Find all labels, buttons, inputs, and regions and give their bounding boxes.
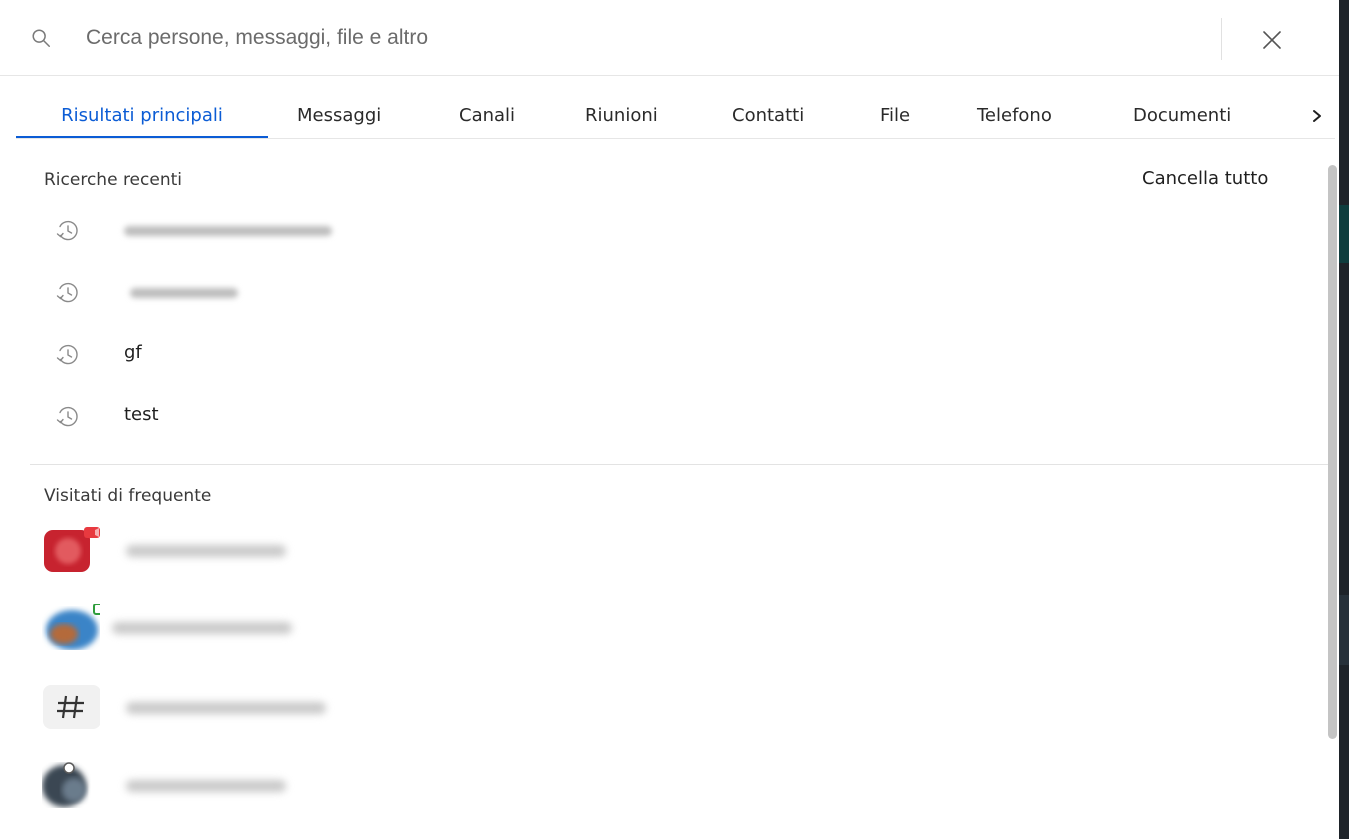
- history-icon: [56, 406, 78, 427]
- recent-search-item[interactable]: [44, 206, 1324, 256]
- meeting-avatar: [44, 527, 100, 572]
- recent-search-item[interactable]: gf: [44, 330, 1324, 380]
- redacted-text: [126, 702, 326, 714]
- redacted-text: [126, 545, 286, 557]
- scrollbar[interactable]: [1328, 165, 1337, 739]
- search-bar: [0, 0, 1339, 76]
- tab-contatti[interactable]: Contatti: [732, 96, 804, 136]
- tab-riunioni[interactable]: Riunioni: [585, 96, 658, 136]
- tab-documenti[interactable]: Documenti: [1133, 96, 1231, 136]
- frequent-item[interactable]: [42, 604, 1322, 664]
- redacted-text: [124, 226, 332, 236]
- history-icon: [56, 282, 78, 303]
- tab-risultati-principali[interactable]: Risultati principali: [16, 96, 268, 138]
- chevron-right-icon[interactable]: [1308, 104, 1328, 128]
- background-window-block: [1339, 205, 1349, 263]
- search-tabs: Risultati principali Messaggi Canali Riu…: [16, 96, 1335, 139]
- search-input[interactable]: [86, 21, 1186, 55]
- recent-search-item[interactable]: test: [44, 392, 1324, 442]
- tab-telefono[interactable]: Telefono: [977, 96, 1052, 136]
- frequent-item[interactable]: [42, 684, 1322, 744]
- background-window-edge: [1339, 0, 1349, 839]
- redacted-text: [112, 622, 292, 634]
- close-icon[interactable]: [1256, 24, 1288, 56]
- history-icon: [56, 220, 78, 241]
- search-panel: Risultati principali Messaggi Canali Riu…: [0, 0, 1339, 839]
- divider: [1221, 18, 1222, 60]
- recent-search-text: test: [124, 404, 159, 425]
- background-window-block: [1339, 595, 1349, 665]
- hash-icon: [43, 685, 100, 729]
- recent-search-item[interactable]: [44, 268, 1324, 318]
- search-icon: [32, 29, 50, 47]
- history-icon: [56, 344, 78, 365]
- frequent-item[interactable]: [42, 762, 1322, 822]
- frequent-title: Visitati di frequente: [44, 486, 212, 506]
- clear-all-button[interactable]: Cancella tutto: [1142, 168, 1268, 189]
- section-divider: [30, 464, 1330, 465]
- tab-canali[interactable]: Canali: [459, 96, 515, 136]
- recent-search-text: gf: [124, 342, 142, 363]
- tab-messaggi[interactable]: Messaggi: [297, 96, 381, 136]
- recent-searches-title: Ricerche recenti: [44, 170, 182, 190]
- contact-avatar: [46, 604, 100, 650]
- frequent-item[interactable]: [42, 527, 1322, 587]
- redacted-text: [126, 780, 286, 792]
- contact-avatar: [42, 762, 86, 807]
- tab-file[interactable]: File: [880, 96, 910, 136]
- redacted-text: [130, 288, 238, 298]
